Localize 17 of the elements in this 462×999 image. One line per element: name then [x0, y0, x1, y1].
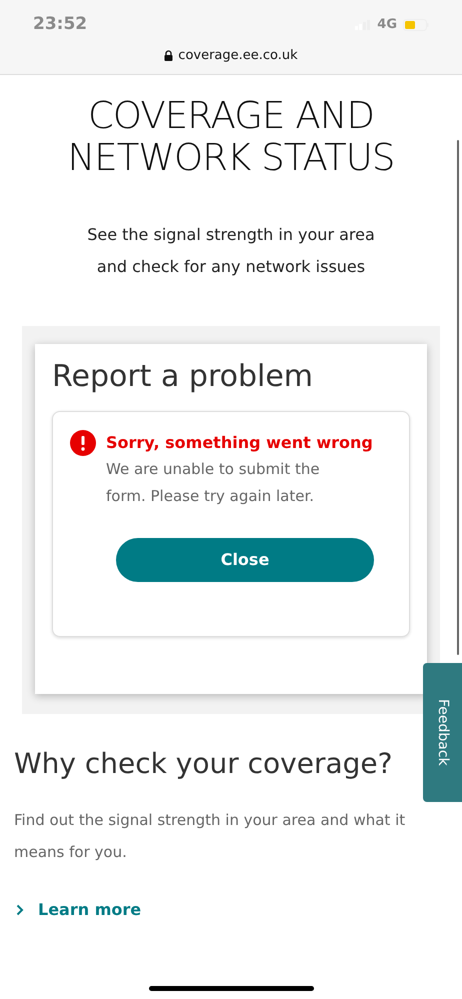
url-text[interactable]: coverage.ee.co.uk [178, 46, 298, 66]
close-button[interactable]: Close [116, 538, 374, 582]
feedback-tab[interactable]: Feedback [423, 663, 462, 802]
error-message: We are unable to submit the form. Please try again later. [106, 459, 321, 507]
status-time: 23:52 [33, 13, 88, 36]
network-label: 4G [377, 16, 397, 34]
report-title: Report a problem [52, 358, 314, 396]
lock-icon [164, 50, 174, 62]
chevron-icon [16, 904, 24, 916]
learn-more-link[interactable]: Learn more [16, 898, 142, 922]
error-heading: Sorry, something went wrong [106, 432, 373, 454]
page-title: COVERAGE AND NETWORK STATUS [66, 95, 396, 179]
section-body: Find out the signal strength in your area and what it means for you. [14, 810, 406, 863]
battery-icon [403, 19, 429, 31]
error-icon [70, 430, 96, 456]
subtitle-text: and check for any network issues [96, 256, 366, 278]
subtitle-text: See the signal strength in your area [87, 224, 375, 246]
